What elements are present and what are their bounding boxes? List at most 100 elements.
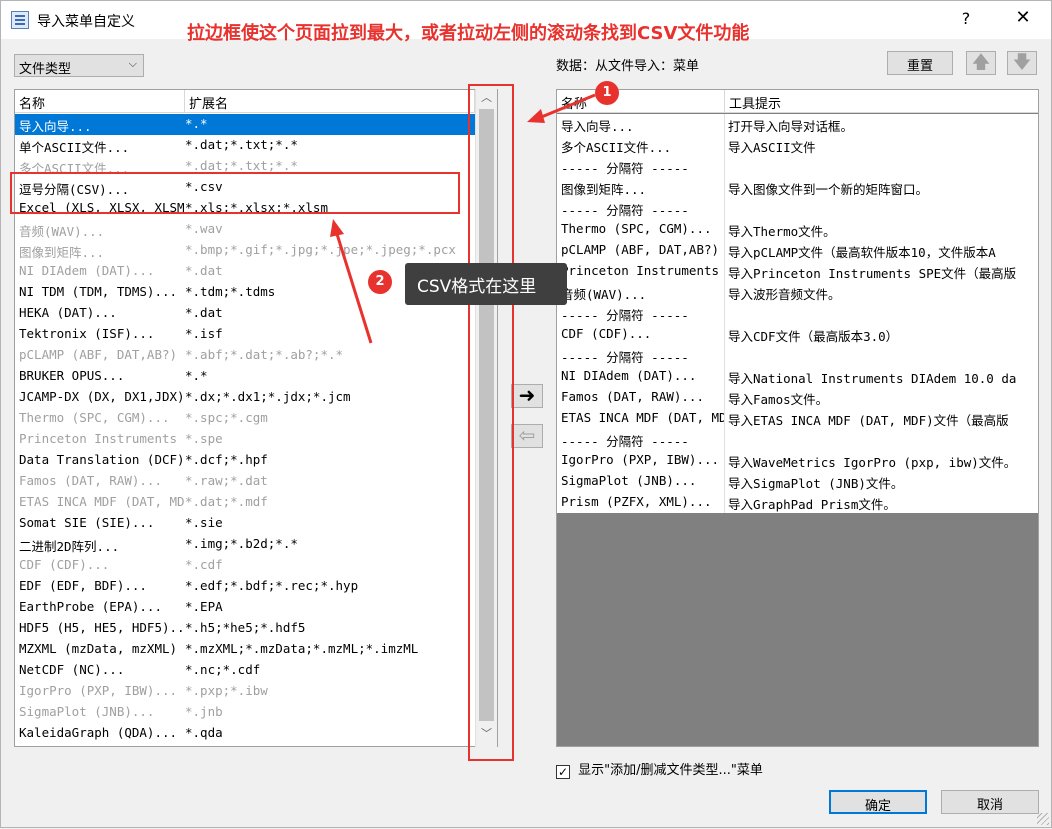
file-type-row[interactable]: 单个ASCII文件... *.dat;*.txt;*.* <box>15 135 475 156</box>
app-icon <box>11 11 29 29</box>
column-header-name[interactable]: 名称 <box>15 90 185 113</box>
file-type-row[interactable]: NetCDF (NC)... *.nc;*.cdf <box>15 660 475 681</box>
menu-item-row[interactable]: 音频(WAV)... 导入波形音频文件。 <box>557 282 1038 303</box>
file-type-row[interactable]: 二进制2D阵列... *.img;*.b2d;*.* <box>15 534 475 555</box>
file-type-name: SigmaPlot (JNB)... <box>19 704 155 719</box>
chevron-down-icon: ⌵ <box>128 57 137 70</box>
show-add-remove-menu-option[interactable]: ✓ 显示"添加/删减文件类型..."菜单 <box>556 759 763 779</box>
file-type-name: ETAS INCA MDF (DAT, MDF) <box>19 494 185 509</box>
file-type-row[interactable]: ETAS INCA MDF (DAT, MDF) *.dat;*.mdf <box>15 492 475 513</box>
cancel-button[interactable]: 取消 <box>941 790 1039 814</box>
file-type-row[interactable]: Famos (DAT, RAW)... *.raw;*.dat <box>15 471 475 492</box>
file-type-row[interactable]: Tektronix (ISF)... *.isf <box>15 324 475 345</box>
menu-item-name: ETAS INCA MDF (DAT, MDF) <box>561 410 725 425</box>
column-divider <box>724 450 725 471</box>
menu-item-row[interactable]: Thermo (SPC, CGM)... 导入Thermo文件。 <box>557 219 1038 240</box>
menu-item-name: ----- 分隔符 ----- <box>561 434 689 449</box>
menu-item-tooltip: 导入波形音频文件。 <box>728 287 841 302</box>
csv-highlight-box <box>10 172 460 214</box>
file-type-row[interactable]: MZXML (mzData, mzXML) *.mzXML;*.mzData;*.… <box>15 639 475 660</box>
file-type-row[interactable]: HDF5 (H5, HE5, HDF5)... *.h5;*he5;*.hdf5 <box>15 618 475 639</box>
column-header-extension[interactable]: 扩展名 <box>185 90 475 113</box>
menu-item-row[interactable]: SigmaPlot (JNB)... 导入SigmaPlot (JNB)文件。 <box>557 471 1038 492</box>
show-menu-checkbox[interactable]: ✓ <box>556 765 570 779</box>
menu-item-row[interactable]: CDF (CDF)... 导入CDF文件（最高版本3.0） <box>557 324 1038 345</box>
file-type-row[interactable]: IgorPro (PXP, IBW)... *.pxp;*.ibw <box>15 681 475 702</box>
menu-items-list[interactable]: 名称 工具提示 导入向导... 打开导入向导对话框。 多个ASCII文件... 导入A… <box>556 89 1039 747</box>
file-type-name: 图像到矩阵... <box>19 245 105 260</box>
column-header-tooltip[interactable]: 工具提示 <box>725 90 1038 113</box>
file-type-dropdown[interactable]: 文件类型 ⌵ <box>14 54 144 77</box>
file-type-row[interactable]: Somat SIE (SIE)... *.sie <box>15 513 475 534</box>
file-type-row[interactable]: SigmaPlot (JNB)... *.jnb <box>15 702 475 723</box>
file-type-row[interactable]: HEKA (DAT)... *.dat <box>15 303 475 324</box>
column-header-name[interactable]: 名称 <box>557 90 725 113</box>
file-type-name: NetCDF (NC)... <box>19 662 125 677</box>
close-button[interactable]: ✕ <box>1009 7 1037 33</box>
menu-item-row[interactable]: ----- 分隔符 ----- <box>557 303 1038 324</box>
file-type-extension: *.spc;*.cgm <box>185 410 268 425</box>
menu-item-row[interactable]: Prism (PZFX, XML)... 导入GraphPad Prism文件。 <box>557 492 1038 513</box>
file-type-row[interactable]: CDF (CDF)... *.cdf <box>15 555 475 576</box>
file-type-extension: *.EPA <box>185 599 223 614</box>
column-divider <box>724 177 725 198</box>
menu-item-row[interactable]: IgorPro (PXP, IBW)... 导入WaveMetrics IgorP… <box>557 450 1038 471</box>
file-type-row[interactable]: KaleidaGraph (QDA)... *.qda <box>15 723 475 744</box>
resize-grip-icon[interactable] <box>1037 813 1049 825</box>
file-type-extension: *.img;*.b2d;*.* <box>185 536 298 551</box>
file-type-name: KaleidaGraph (QDA)... <box>19 725 178 740</box>
help-button[interactable]: ? <box>956 9 976 31</box>
file-type-row[interactable]: 图像到矩阵... *.bmp;*.gif;*.jpg;*.jpe;*.jpeg;*… <box>15 240 475 261</box>
file-type-extension: *.h5;*he5;*.hdf5 <box>185 620 306 635</box>
file-type-extension: *.spe <box>185 431 223 446</box>
file-type-name: Somat SIE (SIE)... <box>19 515 155 530</box>
file-type-name: HEKA (DAT)... <box>19 305 117 320</box>
menu-item-row[interactable]: ----- 分隔符 ----- <box>557 156 1038 177</box>
column-divider <box>724 114 725 135</box>
remove-from-menu-button[interactable]: ⇦ <box>511 424 543 448</box>
menu-item-row[interactable]: Famos (DAT, RAW)... 导入Famos文件。 <box>557 387 1038 408</box>
move-up-button[interactable]: 🡅 <box>966 51 996 75</box>
file-type-extension: *.bmp;*.gif;*.jpg;*.jpe;*.jpeg;*.pcx <box>185 242 456 257</box>
file-type-name: NI DIAdem (DAT)... <box>19 263 155 278</box>
add-to-menu-button[interactable]: ➜ <box>511 384 543 408</box>
file-type-row[interactable]: Princeton Instruments *.spe <box>15 429 475 450</box>
column-divider <box>724 408 725 429</box>
menu-item-name: pCLAMP (ABF, DAT,AB?) <box>561 242 720 257</box>
file-type-row[interactable]: JCAMP-DX (DX, DX1,JDX) *.dx;*.dx1;*.jdx;*… <box>15 387 475 408</box>
file-type-row[interactable]: Data Translation (DCF) *.dcf;*.hpf <box>15 450 475 471</box>
file-type-row[interactable]: Thermo (SPC, CGM)... *.spc;*.cgm <box>15 408 475 429</box>
menu-item-row[interactable]: 多个ASCII文件... 导入ASCII文件 <box>557 135 1038 156</box>
menu-item-row[interactable]: ----- 分隔符 ----- <box>557 429 1038 450</box>
file-type-row[interactable]: EarthProbe (EPA)... *.EPA <box>15 597 475 618</box>
menu-item-row[interactable]: 图像到矩阵... 导入图像文件到一个新的矩阵窗口。 <box>557 177 1038 198</box>
menu-item-row[interactable]: ----- 分隔符 ----- <box>557 345 1038 366</box>
file-type-row[interactable]: EDF (EDF, BDF)... *.edf;*.bdf;*.rec;*.hyp <box>15 576 475 597</box>
menu-item-name: ----- 分隔符 ----- <box>561 308 689 323</box>
move-down-button[interactable]: 🡇 <box>1007 51 1037 75</box>
menu-item-row[interactable]: ETAS INCA MDF (DAT, MDF) 导入ETAS INCA MDF … <box>557 408 1038 429</box>
menu-item-row[interactable]: 导入向导... 打开导入向导对话框。 <box>557 114 1038 135</box>
file-type-name: Princeton Instruments <box>19 431 178 446</box>
file-type-row[interactable]: pCLAMP (ABF, DAT,AB?) *.abf;*.dat;*.ab?;*… <box>15 345 475 366</box>
import-menu-customize-dialog: 导入菜单自定义 ? ✕ 拉边框使这个页面拉到最大，或者拉动左侧的滚动条找到CSV… <box>0 0 1052 828</box>
file-type-row[interactable]: BRUKER OPUS... *.* <box>15 366 475 387</box>
file-type-row[interactable]: 音频(WAV)... *.wav <box>15 219 475 240</box>
reset-button[interactable]: 重置 <box>887 51 953 75</box>
ok-button[interactable]: 确定 <box>829 790 927 814</box>
menu-item-name: CDF (CDF)... <box>561 326 652 341</box>
column-divider <box>724 261 725 282</box>
file-type-dropdown-value: 文件类型 <box>19 62 72 77</box>
file-type-row[interactable]: 导入向导... *.* <box>15 114 475 135</box>
menu-item-tooltip: 导入图像文件到一个新的矩阵窗口。 <box>728 182 929 197</box>
menu-item-tooltip: 导入Famos文件。 <box>728 392 829 407</box>
column-divider <box>724 303 725 324</box>
menu-item-row[interactable]: NI DIAdem (DAT)... 导入National Instruments… <box>557 366 1038 387</box>
column-divider <box>724 345 725 366</box>
menu-item-row[interactable]: ----- 分隔符 ----- <box>557 198 1038 219</box>
file-type-extension: *.* <box>185 116 208 131</box>
menu-item-row[interactable]: pCLAMP (ABF, DAT,AB?) 导入pCLAMP文件（最高软件版本10… <box>557 240 1038 261</box>
menu-item-name: Thermo (SPC, CGM)... <box>561 221 712 236</box>
menu-item-row[interactable]: Princeton Instruments 导入Princeton Instrum… <box>557 261 1038 282</box>
file-type-extension: *.abf;*.dat;*.ab?;*.* <box>185 347 344 362</box>
